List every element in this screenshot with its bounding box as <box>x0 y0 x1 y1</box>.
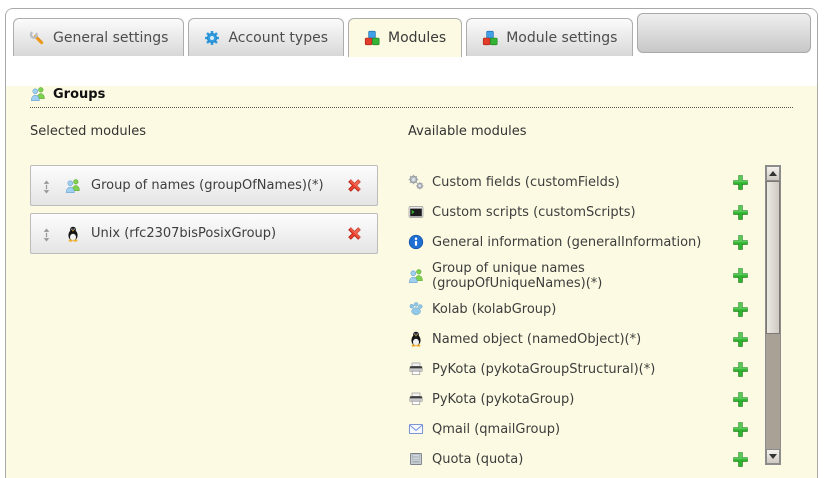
add-icon[interactable] <box>732 391 749 408</box>
mail-icon <box>408 421 424 437</box>
tux-icon <box>65 226 81 242</box>
scroll-down-arrow <box>769 454 777 459</box>
scrollbar[interactable] <box>765 165 781 465</box>
group-icon <box>65 178 81 194</box>
kolab-icon <box>408 301 424 317</box>
module-label: Qmail (qmailGroup) <box>432 422 732 437</box>
add-icon[interactable] <box>732 421 749 438</box>
info-icon <box>408 234 424 250</box>
module-label: Group of names (groupOfNames)(*) <box>91 178 346 193</box>
tab-account-types[interactable]: Account types <box>188 18 344 56</box>
available-module-row: Custom fields (customFields) <box>408 167 757 197</box>
settings-window: General settings Account types Modules M… <box>5 8 818 478</box>
module-label: Group of unique names (groupOfUniqueName… <box>432 261 732 291</box>
tab-label: General settings <box>53 30 168 46</box>
scroll-up-arrow <box>769 171 777 176</box>
tab-modules[interactable]: Modules <box>348 18 462 57</box>
delete-icon[interactable] <box>346 177 363 194</box>
printer-icon <box>408 361 424 377</box>
scroll-down-button[interactable] <box>766 449 780 464</box>
selected-module-row: Group of names (groupOfNames)(*) <box>30 165 378 206</box>
module-label: PyKota (pykotaGroupStructural)(*) <box>432 362 732 377</box>
available-module-row: PyKota (pykotaGroup) <box>408 384 757 414</box>
modules-tab-content: Groups Selected modules Group of names (… <box>6 86 817 478</box>
add-icon[interactable] <box>732 331 749 348</box>
tab-general-settings[interactable]: General settings <box>13 18 184 56</box>
drag-handle-icon[interactable] <box>41 227 52 241</box>
custom-fields-icon <box>408 174 424 190</box>
gear-icon <box>204 30 220 46</box>
module-label: Custom scripts (customScripts) <box>432 205 732 220</box>
module-label: Kolab (kolabGroup) <box>432 302 732 317</box>
section-title: Groups <box>53 87 105 102</box>
available-module-row: Custom scripts (customScripts) <box>408 197 757 227</box>
modules-icon <box>364 30 380 46</box>
available-modules-wrap: Custom fields (customFields) Custom scri… <box>408 157 781 474</box>
tab-label: Modules <box>388 30 446 46</box>
available-modules-list: Custom fields (customFields) Custom scri… <box>408 157 757 474</box>
add-icon[interactable] <box>732 234 749 251</box>
section-header: Groups <box>30 86 793 108</box>
add-icon[interactable] <box>732 174 749 191</box>
available-module-row: Quota (quota) <box>408 444 757 474</box>
tab-label: Module settings <box>506 30 617 46</box>
tab-bar-filler <box>637 13 811 53</box>
module-columns: Selected modules Group of names (groupOf… <box>30 124 793 474</box>
add-icon[interactable] <box>732 361 749 378</box>
available-module-row: General information (generalInformation) <box>408 227 757 257</box>
selected-modules-heading: Selected modules <box>30 124 386 139</box>
tux-icon <box>408 331 424 347</box>
selected-modules-list: Group of names (groupOfNames)(*) Unix (r… <box>30 165 386 254</box>
quota-icon <box>408 451 424 467</box>
add-icon[interactable] <box>732 204 749 221</box>
available-module-row: Qmail (qmailGroup) <box>408 414 757 444</box>
module-label: PyKota (pykotaGroup) <box>432 392 732 407</box>
available-module-row: Group of unique names (groupOfUniqueName… <box>408 257 757 294</box>
module-label: Unix (rfc2307bisPosixGroup) <box>91 226 346 241</box>
modules-icon <box>482 30 498 46</box>
module-label: Named object (namedObject)(*) <box>432 332 732 347</box>
available-module-row: Named object (namedObject)(*) <box>408 324 757 354</box>
scrollbar-thumb[interactable] <box>766 181 780 334</box>
available-modules-column: Available modules Custom fields (customF… <box>408 124 781 474</box>
add-icon[interactable] <box>732 267 749 284</box>
available-module-row: Kolab (kolabGroup) <box>408 294 757 324</box>
module-label: General information (generalInformation) <box>432 235 732 250</box>
printer-icon <box>408 391 424 407</box>
delete-icon[interactable] <box>346 225 363 242</box>
groups-icon <box>30 86 46 102</box>
tab-module-settings[interactable]: Module settings <box>466 18 633 56</box>
selected-module-row: Unix (rfc2307bisPosixGroup) <box>30 213 378 254</box>
drag-handle-icon[interactable] <box>41 179 52 193</box>
available-modules-heading: Available modules <box>408 124 781 139</box>
group-icon <box>408 268 424 284</box>
custom-scripts-icon <box>408 204 424 220</box>
wrench-icon <box>29 30 45 46</box>
tab-label: Account types <box>228 30 328 46</box>
selected-modules-column: Selected modules Group of names (groupOf… <box>30 124 386 474</box>
tab-bar: General settings Account types Modules M… <box>6 9 817 56</box>
scroll-up-button[interactable] <box>766 166 780 181</box>
add-icon[interactable] <box>732 451 749 468</box>
module-label: Quota (quota) <box>432 452 732 467</box>
add-icon[interactable] <box>732 301 749 318</box>
module-label: Custom fields (customFields) <box>432 175 732 190</box>
available-module-row: PyKota (pykotaGroupStructural)(*) <box>408 354 757 384</box>
